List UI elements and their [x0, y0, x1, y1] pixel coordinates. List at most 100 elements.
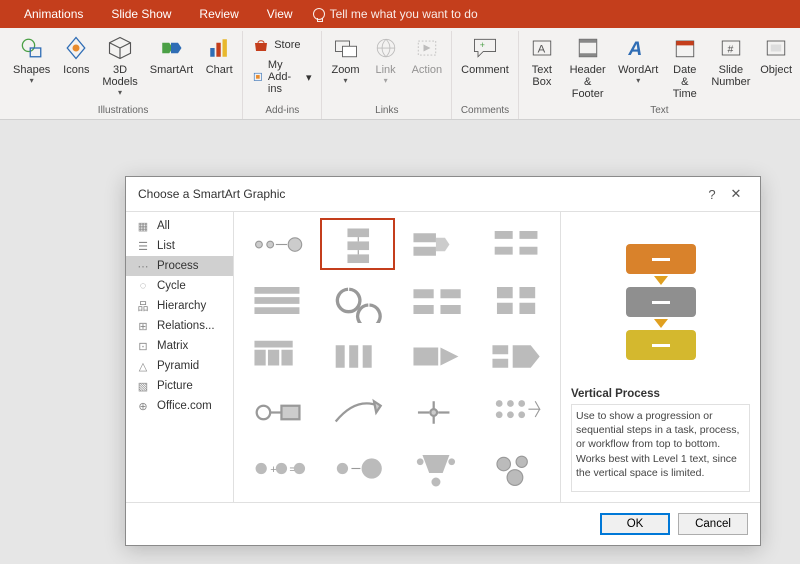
3d-models-button[interactable]: 3D Models▾	[97, 31, 142, 97]
smartart-button[interactable]: SmartArt	[145, 31, 198, 76]
group-label-links: Links	[375, 103, 398, 119]
category-picture[interactable]: ▧Picture	[126, 376, 233, 396]
smartart-thumb-1[interactable]	[320, 218, 396, 270]
my-addins-button[interactable]: My Add-ins ▾	[247, 57, 317, 97]
category-process[interactable]: ⋯Process	[126, 256, 233, 276]
smartart-thumb-17[interactable]	[320, 442, 396, 494]
smartart-thumb-7[interactable]	[479, 274, 555, 326]
group-label-text: Text	[650, 103, 668, 119]
arrow-icon	[654, 319, 668, 328]
category-icon: ⋯	[136, 259, 150, 273]
smartart-thumb-10[interactable]	[399, 330, 475, 382]
store-button[interactable]: Store	[247, 35, 317, 55]
smartart-icon	[157, 34, 185, 62]
chart-icon	[205, 34, 233, 62]
category-list[interactable]: ☰List	[126, 236, 233, 256]
group-comments: + Comment Comments	[452, 31, 519, 119]
action-button[interactable]: Action	[407, 31, 448, 76]
tell-me-search[interactable]: Tell me what you want to do	[313, 7, 478, 21]
category-icon: ◌	[136, 279, 150, 293]
category-icon: △	[136, 359, 150, 373]
smartart-thumb-11[interactable]	[479, 330, 555, 382]
smartart-thumb-19[interactable]	[479, 442, 555, 494]
preview-pane: Vertical Process Use to show a progressi…	[560, 212, 760, 502]
close-button[interactable]: ✕	[724, 186, 748, 202]
smartart-thumb-9[interactable]	[320, 330, 396, 382]
tab-review[interactable]: Review	[185, 0, 252, 28]
chart-button[interactable]: Chart	[200, 31, 238, 76]
smartart-thumb-13[interactable]	[320, 386, 396, 438]
comment-button[interactable]: + Comment	[456, 31, 514, 76]
smartart-thumb-16[interactable]: +=	[240, 442, 316, 494]
ok-button[interactable]: OK	[600, 513, 670, 535]
date-time-button[interactable]: Date & Time	[664, 31, 706, 100]
smartart-thumb-3[interactable]	[479, 218, 555, 270]
preview-description: Use to show a progression or sequential …	[571, 404, 750, 492]
category-icon: 品	[136, 299, 150, 313]
wordart-button[interactable]: A WordArt▾	[614, 31, 662, 85]
link-icon	[372, 34, 400, 62]
textbox-icon: A	[528, 34, 556, 62]
smartart-thumb-14[interactable]	[399, 386, 475, 438]
cube-icon	[106, 34, 134, 62]
category-hierarchy[interactable]: 品Hierarchy	[126, 296, 233, 316]
comment-icon: +	[471, 34, 499, 62]
category-pyramid[interactable]: △Pyramid	[126, 356, 233, 376]
category-cycle[interactable]: ◌Cycle	[126, 276, 233, 296]
zoom-icon	[332, 34, 360, 62]
smartart-thumb-8[interactable]	[240, 330, 316, 382]
category-matrix[interactable]: ⊡Matrix	[126, 336, 233, 356]
smartart-thumb-0[interactable]	[240, 218, 316, 270]
svg-text:+: +	[480, 40, 485, 50]
dialog-titlebar: Choose a SmartArt Graphic ? ✕	[126, 177, 760, 211]
shapes-button[interactable]: Shapes▾	[8, 31, 55, 85]
tab-view[interactable]: View	[253, 0, 307, 28]
wordart-icon: A	[624, 34, 652, 62]
category-all[interactable]: ▦All	[126, 216, 233, 236]
zoom-button[interactable]: Zoom▾	[326, 31, 364, 85]
cancel-button[interactable]: Cancel	[678, 513, 748, 535]
ribbon: Shapes▾ Icons 3D Models▾ SmartArt Chart …	[0, 28, 800, 120]
help-button[interactable]: ?	[700, 187, 724, 202]
object-icon	[762, 34, 790, 62]
category-icon: ⊡	[136, 339, 150, 353]
svg-text:#: #	[727, 43, 733, 55]
textbox-button[interactable]: A Text Box	[523, 31, 561, 88]
tell-me-label: Tell me what you want to do	[330, 7, 478, 21]
category-icon: ▦	[136, 219, 150, 233]
smartart-thumb-18[interactable]	[399, 442, 475, 494]
ribbon-tab-bar: Animations Slide Show Review View Tell m…	[0, 0, 800, 28]
category-icon: ☰	[136, 239, 150, 253]
smartart-dialog: Choose a SmartArt Graphic ? ✕ ▦All☰List⋯…	[125, 176, 761, 546]
smartart-thumb-5[interactable]	[320, 274, 396, 326]
link-button[interactable]: Link▾	[367, 31, 405, 85]
category-relations[interactable]: ⊞Relations...	[126, 316, 233, 336]
smartart-thumb-15[interactable]	[479, 386, 555, 438]
tab-animations[interactable]: Animations	[10, 0, 97, 28]
group-label-illustrations: Illustrations	[98, 103, 149, 119]
smartart-thumb-6[interactable]	[399, 274, 475, 326]
preview-title: Vertical Process	[571, 388, 750, 400]
category-icon: ⊞	[136, 319, 150, 333]
category-list: ▦All☰List⋯Process◌Cycle品Hierarchy⊞Relati…	[126, 212, 234, 502]
category-officecom[interactable]: ⊕Office.com	[126, 396, 233, 416]
svg-text:A: A	[537, 43, 545, 55]
category-icon: ▧	[136, 379, 150, 393]
group-illustrations: Shapes▾ Icons 3D Models▾ SmartArt Chart …	[4, 31, 243, 119]
process-step	[626, 330, 696, 360]
smartart-thumb-4[interactable]	[240, 274, 316, 326]
addins-icon	[253, 69, 263, 85]
slide-number-button[interactable]: # Slide Number	[708, 31, 755, 88]
group-label-addins: Add-ins	[265, 103, 299, 119]
smartart-thumb-12[interactable]	[240, 386, 316, 438]
smartart-gallery[interactable]: +=	[234, 212, 560, 502]
preview-image	[571, 222, 750, 382]
header-footer-button[interactable]: Header & Footer	[563, 31, 613, 100]
action-icon	[413, 34, 441, 62]
group-addins: Store My Add-ins ▾ Add-ins	[243, 31, 322, 119]
tab-slideshow[interactable]: Slide Show	[97, 0, 185, 28]
object-button[interactable]: Object	[756, 31, 796, 76]
process-step	[626, 244, 696, 274]
smartart-thumb-2[interactable]	[399, 218, 475, 270]
icons-button[interactable]: Icons	[57, 31, 95, 76]
